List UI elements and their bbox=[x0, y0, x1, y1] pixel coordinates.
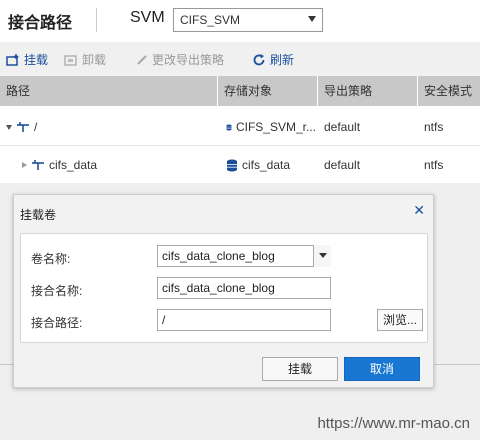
storage-object-cell: cifs_data bbox=[226, 146, 316, 184]
volume-name-label: 卷名称: bbox=[31, 252, 71, 266]
svm-select[interactable]: CIFS_SVM bbox=[173, 8, 323, 32]
dialog-title: 挂载卷 bbox=[20, 208, 57, 222]
chevron-down-icon bbox=[319, 253, 327, 258]
tree-collapsed-icon[interactable] bbox=[22, 162, 27, 168]
column-header-export-policy[interactable]: 导出策略 bbox=[318, 76, 418, 106]
column-header-storage-object[interactable]: 存储对象 bbox=[218, 76, 318, 106]
junction-icon bbox=[32, 160, 44, 170]
watermark: https://www.mr-mao.cn bbox=[317, 415, 470, 432]
mount-button[interactable]: 挂载 bbox=[6, 51, 48, 68]
svm-select-value: CIFS_SVM bbox=[180, 13, 241, 27]
header-divider bbox=[96, 8, 97, 32]
unmount-button-label: 卸载 bbox=[82, 53, 107, 67]
mount-confirm-button[interactable]: 挂载 bbox=[262, 357, 338, 381]
path-cell: / bbox=[6, 108, 214, 146]
junction-name-input[interactable] bbox=[157, 277, 331, 299]
path-cell: cifs_data bbox=[22, 146, 214, 184]
mount-icon bbox=[6, 53, 19, 66]
page-header: 接合路径 SVM CIFS_SVM bbox=[0, 0, 480, 40]
unmount-icon bbox=[64, 54, 77, 66]
path-text: cifs_data bbox=[49, 158, 98, 172]
database-icon bbox=[227, 159, 237, 171]
unmount-button[interactable]: 卸载 bbox=[64, 51, 106, 68]
table-header: 路径 存储对象 导出策略 安全模式 bbox=[0, 76, 480, 106]
toolbar: 挂载 卸载 更改导出策略 刷新 bbox=[0, 42, 480, 76]
junction-path-input[interactable] bbox=[157, 309, 331, 331]
security-style-cell: ntfs bbox=[424, 158, 444, 172]
close-icon[interactable]: ✕ bbox=[413, 202, 425, 219]
tree-expanded-icon[interactable] bbox=[6, 124, 12, 130]
refresh-button[interactable]: 刷新 bbox=[252, 51, 294, 68]
refresh-icon bbox=[253, 53, 265, 65]
page-title: 接合路径 bbox=[8, 15, 73, 32]
browse-button[interactable]: 浏览... bbox=[377, 309, 423, 331]
export-policy-cell: default bbox=[324, 120, 361, 134]
column-header-security-style[interactable]: 安全模式 bbox=[418, 76, 480, 106]
cancel-button[interactable]: 取消 bbox=[344, 357, 420, 381]
refresh-button-label: 刷新 bbox=[270, 53, 295, 67]
junction-name-label: 接合名称: bbox=[31, 284, 83, 298]
volume-name-combobox[interactable] bbox=[157, 245, 331, 267]
security-style-cell: ntfs bbox=[424, 120, 444, 134]
database-icon bbox=[226, 124, 232, 130]
junction-path-label: 接合路径: bbox=[31, 316, 83, 330]
column-header-path[interactable]: 路径 bbox=[0, 76, 218, 106]
table-row[interactable]: / CIFS_SVM_r... default ntfs bbox=[0, 108, 480, 146]
storage-object-text: CIFS_SVM_r... bbox=[235, 120, 316, 134]
dialog-form: 卷名称: 接合名称: 接合路径: 浏览... bbox=[20, 233, 428, 343]
svm-label: SVM bbox=[130, 9, 165, 26]
export-policy-cell: default bbox=[324, 158, 361, 172]
junction-icon bbox=[17, 122, 29, 132]
path-text: / bbox=[34, 120, 38, 134]
storage-object-cell: CIFS_SVM_r... bbox=[226, 108, 316, 146]
chevron-down-icon bbox=[308, 16, 316, 22]
change-export-policy-label: 更改导出策略 bbox=[152, 53, 225, 67]
change-export-policy-button[interactable]: 更改导出策略 bbox=[136, 51, 224, 68]
pencil-icon bbox=[137, 54, 147, 65]
mount-volume-dialog: 挂载卷 ✕ 卷名称: 接合名称: 接合路径: 浏览... 挂载 取消 bbox=[13, 194, 434, 388]
storage-object-text: cifs_data bbox=[242, 158, 291, 172]
mount-button-label: 挂载 bbox=[24, 53, 49, 67]
table-row[interactable]: cifs_data cifs_data default ntfs bbox=[0, 146, 480, 184]
volume-name-dropdown-button[interactable] bbox=[313, 245, 331, 267]
